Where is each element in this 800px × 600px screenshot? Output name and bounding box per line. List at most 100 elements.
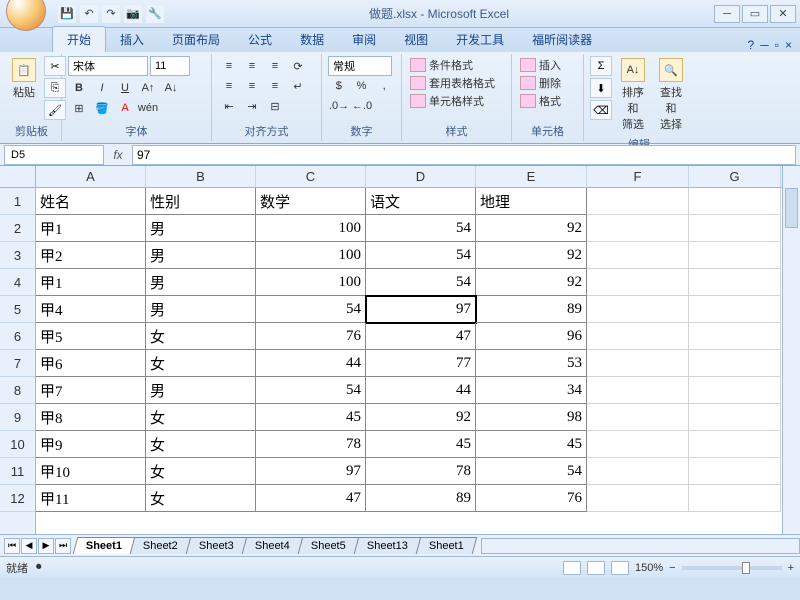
col-header-G[interactable]: G <box>689 166 781 187</box>
bold-button[interactable]: B <box>68 78 90 98</box>
fill-color-button[interactable]: 🪣 <box>91 98 113 118</box>
cell-G1[interactable] <box>689 188 781 215</box>
cell-F5[interactable] <box>587 296 689 323</box>
help-icon[interactable]: ? <box>748 38 755 52</box>
cell-F3[interactable] <box>587 242 689 269</box>
cell-D8[interactable]: 44 <box>366 377 476 404</box>
number-format-select[interactable]: 常规 <box>328 56 392 76</box>
zoom-slider-thumb[interactable] <box>742 562 750 574</box>
normal-view-button[interactable] <box>563 561 581 575</box>
cell-G7[interactable] <box>689 350 781 377</box>
cell-F11[interactable] <box>587 458 689 485</box>
ribbon-tab-3[interactable]: 公式 <box>234 27 286 52</box>
cell-G10[interactable] <box>689 431 781 458</box>
cell-F4[interactable] <box>587 269 689 296</box>
cell-D5[interactable]: 97 <box>366 296 476 323</box>
office-button[interactable] <box>6 0 46 31</box>
cell-D6[interactable]: 47 <box>366 323 476 350</box>
qat-tool1[interactable]: 📷 <box>124 5 142 23</box>
cell-G8[interactable] <box>689 377 781 404</box>
cell-A3[interactable]: 甲2 <box>36 242 146 269</box>
cell-E3[interactable]: 92 <box>476 242 587 269</box>
cell-E12[interactable]: 76 <box>476 485 587 512</box>
row-header-7[interactable]: 7 <box>0 350 35 377</box>
cell-A8[interactable]: 甲7 <box>36 377 146 404</box>
ribbon-tab-5[interactable]: 审阅 <box>338 27 390 52</box>
cell-B5[interactable]: 男 <box>146 296 256 323</box>
name-box[interactable]: D5 <box>4 145 104 165</box>
font-color-button[interactable]: A <box>114 98 136 118</box>
zoom-level[interactable]: 150% <box>635 562 663 574</box>
cell-A2[interactable]: 甲1 <box>36 215 146 242</box>
cell-C6[interactable]: 76 <box>256 323 366 350</box>
phonetic-button[interactable]: wén <box>137 98 159 118</box>
insert-cells-button[interactable]: 插入 <box>518 56 577 74</box>
cell-B11[interactable]: 女 <box>146 458 256 485</box>
cell-D4[interactable]: 54 <box>366 269 476 296</box>
cell-F6[interactable] <box>587 323 689 350</box>
cell-E10[interactable]: 45 <box>476 431 587 458</box>
find-select-button[interactable]: 🔍 查找和 选择 <box>654 56 688 134</box>
fill-button[interactable]: ⬇ <box>590 78 612 98</box>
cell-F9[interactable] <box>587 404 689 431</box>
row-header-8[interactable]: 8 <box>0 377 35 404</box>
cell-B1[interactable]: 性别 <box>146 188 256 215</box>
cell-B9[interactable]: 女 <box>146 404 256 431</box>
sheet-tab-6[interactable]: Sheet1 <box>415 537 476 554</box>
cell-C7[interactable]: 44 <box>256 350 366 377</box>
shrink-font-button[interactable]: A↓ <box>160 78 182 98</box>
mdi-restore[interactable]: ▫ <box>775 38 779 52</box>
zoom-out-button[interactable]: − <box>669 562 675 574</box>
close-button[interactable]: ✕ <box>770 5 796 23</box>
minimize-button[interactable]: ─ <box>714 5 740 23</box>
align-left-button[interactable]: ≡ <box>218 76 240 96</box>
cell-C10[interactable]: 78 <box>256 431 366 458</box>
increase-decimal-button[interactable]: .0→ <box>328 96 350 116</box>
cell-A5[interactable]: 甲4 <box>36 296 146 323</box>
cell-D10[interactable]: 45 <box>366 431 476 458</box>
mdi-close[interactable]: × <box>785 38 792 52</box>
paste-button[interactable]: 📋 粘贴 <box>8 56 40 102</box>
cell-F7[interactable] <box>587 350 689 377</box>
cell-A4[interactable]: 甲1 <box>36 269 146 296</box>
row-header-1[interactable]: 1 <box>0 188 35 215</box>
cell-D11[interactable]: 78 <box>366 458 476 485</box>
ribbon-tab-4[interactable]: 数据 <box>286 27 338 52</box>
ribbon-tab-0[interactable]: 开始 <box>52 26 106 52</box>
align-right-button[interactable]: ≡ <box>264 76 286 96</box>
qat-redo[interactable]: ↷ <box>102 5 120 23</box>
cell-G3[interactable] <box>689 242 781 269</box>
zoom-slider[interactable] <box>682 566 782 570</box>
cell-G5[interactable] <box>689 296 781 323</box>
currency-button[interactable]: $ <box>328 76 350 96</box>
indent-increase-button[interactable]: ⇥ <box>241 96 263 116</box>
sheet-tab-3[interactable]: Sheet4 <box>242 537 303 554</box>
cell-D2[interactable]: 54 <box>366 215 476 242</box>
cell-C3[interactable]: 100 <box>256 242 366 269</box>
cell-B4[interactable]: 男 <box>146 269 256 296</box>
cell-G4[interactable] <box>689 269 781 296</box>
cell-B8[interactable]: 男 <box>146 377 256 404</box>
col-header-C[interactable]: C <box>256 166 366 187</box>
cell-F10[interactable] <box>587 431 689 458</box>
cell-D12[interactable]: 89 <box>366 485 476 512</box>
decrease-decimal-button[interactable]: ←.0 <box>351 96 373 116</box>
row-header-9[interactable]: 9 <box>0 404 35 431</box>
cell-C9[interactable]: 45 <box>256 404 366 431</box>
qat-tool2[interactable]: 🔧 <box>146 5 164 23</box>
conditional-format-button[interactable]: 条件格式 <box>408 56 505 74</box>
cell-B10[interactable]: 女 <box>146 431 256 458</box>
cell-C1[interactable]: 数学 <box>256 188 366 215</box>
font-name-select[interactable]: 宋体 <box>68 56 148 76</box>
cell-G6[interactable] <box>689 323 781 350</box>
page-layout-view-button[interactable] <box>587 561 605 575</box>
cell-styles-button[interactable]: 单元格样式 <box>408 92 505 110</box>
format-cells-button[interactable]: 格式 <box>518 92 577 110</box>
ribbon-tab-1[interactable]: 插入 <box>106 27 158 52</box>
fx-button[interactable]: fx <box>108 146 128 164</box>
sheet-nav-first[interactable]: ⏮ <box>4 538 20 554</box>
cell-D3[interactable]: 54 <box>366 242 476 269</box>
row-header-10[interactable]: 10 <box>0 431 35 458</box>
underline-button[interactable]: U <box>114 78 136 98</box>
align-center-button[interactable]: ≡ <box>241 76 263 96</box>
